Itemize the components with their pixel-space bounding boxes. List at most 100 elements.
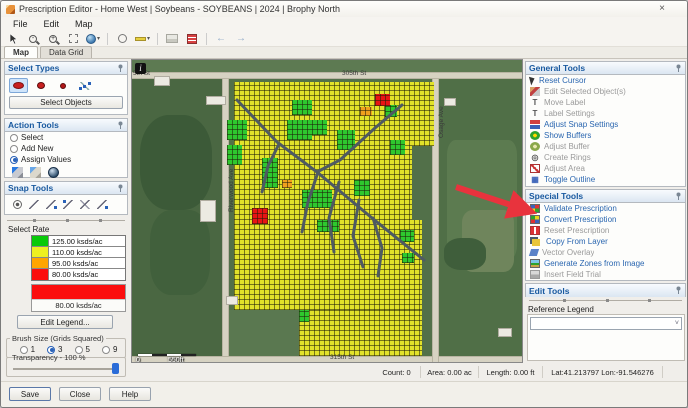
map-canvas[interactable]: 5th St 305th St 315th St Riverwood Ave O…: [131, 59, 523, 363]
tool-item-create-rings[interactable]: ◎Create Rings: [526, 152, 685, 163]
tool-item-insert-field-trial[interactable]: Insert Field Trial: [526, 269, 685, 280]
slider-track[interactable]: [13, 368, 119, 370]
panel-splitter[interactable]: [7, 220, 125, 224]
tool-item-convert-prescription[interactable]: Convert Prescription: [526, 214, 685, 225]
action-option-add-new[interactable]: Add New: [5, 143, 127, 154]
tool-item-generate-zones-from-image[interactable]: Generate Zones from Image: [526, 258, 685, 269]
edit-legend-button[interactable]: Edit Legend...: [17, 315, 113, 329]
save-button[interactable]: Save: [9, 387, 51, 401]
special-tools-list: Validate PrescriptionConvert Prescriptio…: [526, 203, 685, 280]
tool-item-copy-from-layer[interactable]: Copy From Layer: [526, 236, 685, 247]
tool-item-vector-overlay[interactable]: Vector Overlay: [526, 247, 685, 258]
adjust-area-icon: [530, 164, 540, 173]
edit-tools-panel: Edit Tools: [525, 283, 686, 297]
select-type-icons: [5, 75, 127, 95]
tab-map[interactable]: Map: [4, 46, 38, 58]
point-tool[interactable]: [53, 78, 72, 93]
zoom-in-icon[interactable]: +: [46, 32, 60, 46]
pin-icon[interactable]: [117, 64, 124, 73]
tool-item-adjust-buffer[interactable]: Adjust Buffer: [526, 141, 685, 152]
pin-icon[interactable]: [675, 192, 682, 201]
pin-icon[interactable]: [675, 286, 682, 295]
redo-icon[interactable]: →: [234, 32, 248, 46]
tool-item-show-buffers[interactable]: Show Buffers: [526, 130, 685, 141]
pin-icon[interactable]: [675, 64, 682, 73]
tool-item-label: Adjust Snap Settings: [544, 120, 618, 129]
snap-line-icon[interactable]: [27, 198, 42, 211]
ellipse-large-icon: [13, 82, 24, 89]
snap-vertex-icon[interactable]: [95, 198, 110, 211]
action-option-select[interactable]: Select: [5, 132, 127, 143]
tool-item-edit-selected-object-s[interactable]: Edit Selected Object(s): [526, 86, 685, 97]
prescription-grid-icon[interactable]: [185, 32, 199, 46]
edit-tools-title: Edit Tools: [529, 286, 569, 296]
slider-thumb[interactable]: [112, 363, 119, 374]
ellipse-large-tool[interactable]: [9, 78, 28, 93]
tool-item-toggle-outline[interactable]: ▦Toggle Outline: [526, 174, 685, 185]
rate-row-3[interactable]: 80.00 ksds/ac: [32, 269, 125, 280]
tool-item-validate-prescription[interactable]: Validate Prescription: [526, 203, 685, 214]
field-trial-icon: [530, 270, 540, 279]
line-style-icon[interactable]: ▾: [135, 32, 150, 46]
current-rate-box: 80.00 ksds/ac: [31, 284, 126, 312]
info-button[interactable]: i: [135, 63, 146, 74]
globe-icon[interactable]: [48, 167, 59, 178]
help-button[interactable]: Help: [109, 387, 151, 401]
action-option-assign-values[interactable]: Assign Values: [5, 154, 127, 165]
snap-endpoint-icon[interactable]: [44, 198, 59, 211]
scale-start-label: 0: [136, 357, 140, 363]
tab-data-grid[interactable]: Data Grid: [40, 46, 92, 58]
rate-row-2[interactable]: 95.00 ksds/ac: [32, 258, 125, 269]
snap-startpoint-icon[interactable]: [61, 198, 76, 211]
chevron-down-icon[interactable]: ˅: [675, 320, 679, 327]
tool-item-move-label[interactable]: TMove Label: [526, 97, 685, 108]
zoom-extent-icon[interactable]: [66, 32, 80, 46]
tool-item-label-settings[interactable]: TLabel Settings: [526, 108, 685, 119]
circle-tool-icon[interactable]: [115, 32, 129, 46]
rate-legend-table: 125.00 ksds/ac110.00 ksds/ac95.00 ksds/a…: [31, 235, 126, 281]
select-objects-button[interactable]: Select Objects: [9, 96, 123, 109]
close-button-footer[interactable]: Close: [59, 387, 101, 401]
rate-row-0[interactable]: 125.00 ksds/ac: [32, 236, 125, 247]
tool-item-adjust-area[interactable]: Adjust Area: [526, 163, 685, 174]
basemap-globe-icon[interactable]: ▾: [86, 32, 100, 46]
paint-all-icon[interactable]: [30, 167, 41, 178]
road-label-riverwood-ave: Riverwood Ave: [228, 169, 235, 212]
pin-icon[interactable]: [117, 184, 124, 193]
rate-row-1[interactable]: 110.00 ksds/ac: [32, 247, 125, 258]
pin-icon[interactable]: [117, 121, 124, 130]
tool-item-reset-prescription[interactable]: Reset Prescription: [526, 225, 685, 236]
menu-edit[interactable]: Edit: [36, 18, 68, 30]
radio-icon: [10, 145, 18, 153]
toolbar-separator: [157, 33, 158, 45]
tool-item-label: Label Settings: [544, 109, 595, 118]
status-bar: Count: 0 Area: 0.00 ac Length: 0.00 ft L…: [131, 364, 687, 380]
grid-reset-icon: [530, 226, 540, 235]
move-label-icon: T: [530, 98, 540, 107]
undo-icon[interactable]: ←: [214, 32, 228, 46]
rate-label: 80.00 ksds/ac: [49, 269, 98, 280]
menu-file[interactable]: File: [5, 18, 36, 30]
menu-map[interactable]: Map: [67, 18, 101, 30]
tool-item-adjust-snap-settings[interactable]: Adjust Snap Settings: [526, 119, 685, 130]
grid-multicolor-icon: [530, 204, 540, 213]
farm-building: [200, 200, 216, 222]
pointer-tool-icon[interactable]: [6, 32, 20, 46]
transparency-legend: Transparency - 100 %: [10, 353, 88, 362]
reference-legend-combobox[interactable]: ˅: [530, 317, 682, 330]
ellipse-small-tool[interactable]: [31, 78, 50, 93]
snap-center-icon[interactable]: [10, 198, 25, 211]
farm-building: [444, 98, 456, 106]
vertex-tool[interactable]: [75, 78, 94, 93]
tool-item-label: Edit Selected Object(s): [544, 87, 626, 96]
tool-item-label: Reset Cursor: [539, 76, 586, 85]
panel-splitter[interactable]: [529, 300, 682, 304]
snap-intersection-icon[interactable]: [78, 198, 93, 211]
transparency-slider[interactable]: [10, 363, 122, 374]
radio-label: Select: [21, 133, 43, 142]
zoom-out-icon[interactable]: -: [26, 32, 40, 46]
close-button[interactable]: ×: [655, 4, 669, 15]
tool-item-reset-cursor[interactable]: Reset Cursor: [526, 75, 685, 86]
paint-single-icon[interactable]: [12, 167, 23, 178]
image-layer-icon[interactable]: [165, 32, 179, 46]
